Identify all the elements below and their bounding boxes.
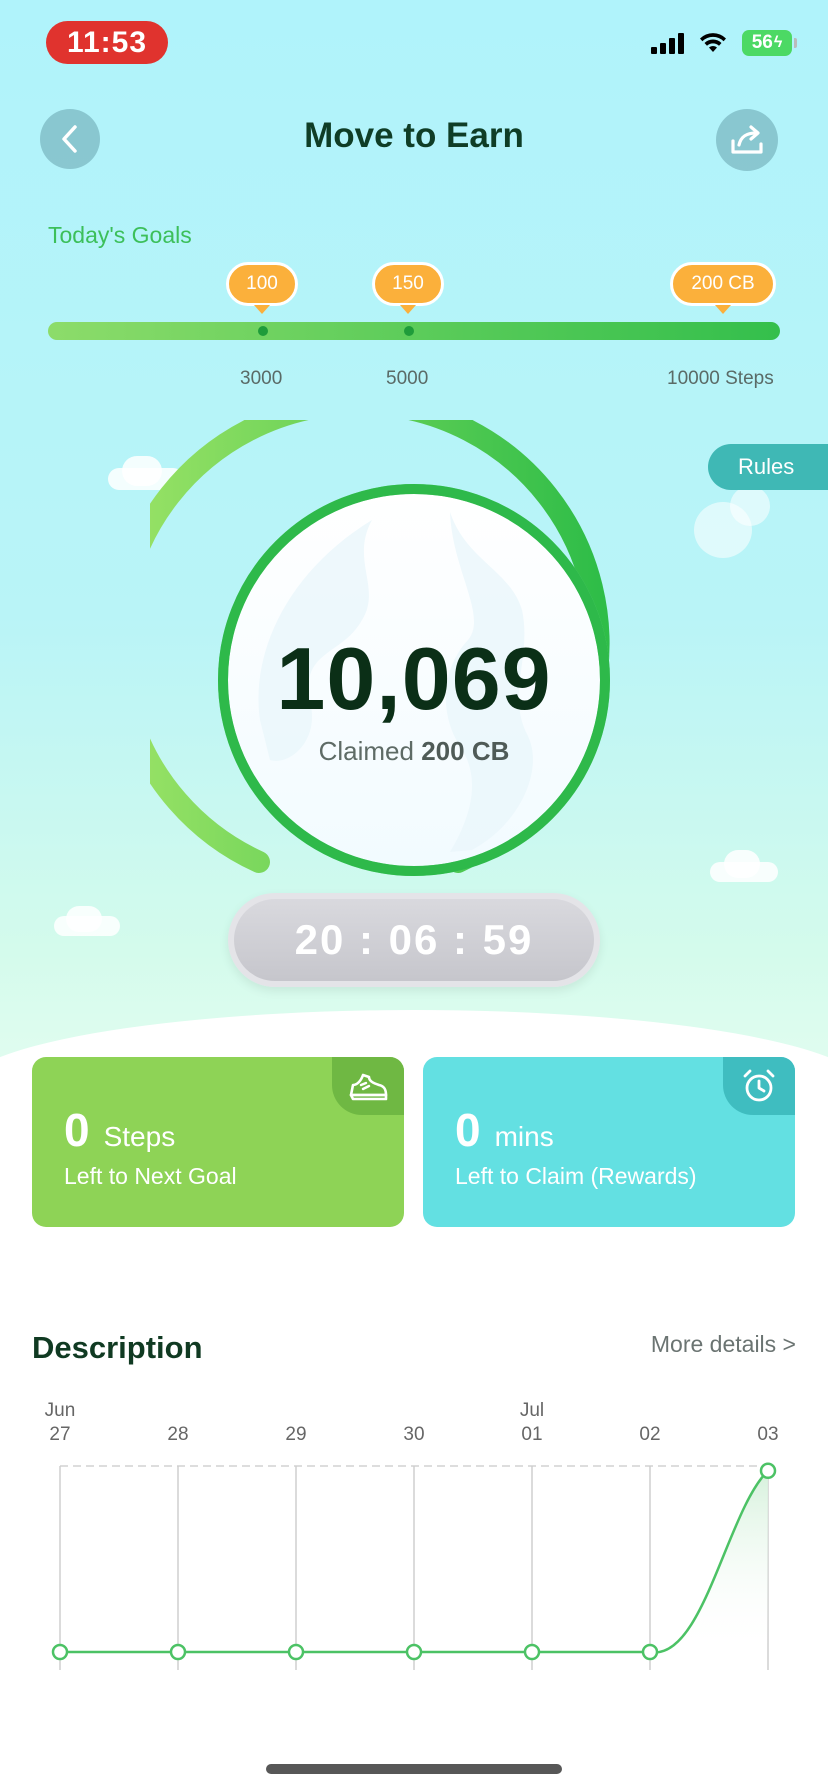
- mins-left-value: 0: [455, 1104, 481, 1156]
- chart-tick-label: 01: [521, 1424, 542, 1445]
- cloud-decoration: [730, 486, 770, 526]
- chart-month-label: Jul: [520, 1400, 544, 1421]
- description-title: Description: [32, 1330, 203, 1365]
- mins-left-subtitle: Left to Claim (Rewards): [455, 1163, 697, 1189]
- share-icon: [731, 125, 763, 154]
- cloud-decoration: [66, 906, 102, 932]
- share-button[interactable]: [716, 109, 778, 171]
- more-details-link[interactable]: More details >: [651, 1331, 796, 1358]
- wifi-icon: [700, 33, 726, 52]
- goal-reward-bubble: 200 CB: [670, 262, 776, 314]
- goal-marker: [258, 326, 268, 336]
- goal-reward-bubble: 150: [372, 262, 444, 314]
- chart-tick-label: 27: [49, 1424, 70, 1445]
- goal-step-label: 5000: [386, 368, 429, 389]
- todays-goals-label: Today's Goals: [48, 222, 192, 248]
- goal-progress-bar: [48, 322, 780, 340]
- status-icons: 56 ϟ: [651, 30, 797, 56]
- goal-step-label: 3000: [240, 368, 283, 389]
- home-indicator[interactable]: [266, 1764, 562, 1774]
- status-time: 11:53: [46, 21, 168, 64]
- claimed-label: Claimed: [318, 736, 414, 766]
- battery-level: 56: [751, 32, 773, 53]
- alarm-clock-icon: [743, 1069, 775, 1102]
- chart-data-point: [641, 1643, 659, 1661]
- sneaker-icon: [349, 1073, 388, 1101]
- mins-left-unit: mins: [494, 1121, 554, 1152]
- goal-reward-bubble: 100: [226, 262, 298, 314]
- chart-month-label: Jun: [45, 1400, 76, 1421]
- chart-data-point: [759, 1462, 777, 1480]
- cellular-signal-icon: [651, 32, 684, 54]
- steps-left-value: 0: [64, 1104, 90, 1156]
- steps-left-subtitle: Left to Next Goal: [64, 1163, 237, 1189]
- chart-tick-label: 03: [757, 1424, 778, 1445]
- chart-data-point: [169, 1643, 187, 1661]
- chart-tick-label: 29: [285, 1424, 306, 1445]
- card-icon-badge: [723, 1057, 795, 1115]
- step-count: 10,069: [276, 629, 552, 728]
- chart-tick-label: 30: [403, 1424, 424, 1445]
- battery-indicator: 56 ϟ: [742, 30, 797, 56]
- chart-data-point: [287, 1643, 305, 1661]
- claimed-text: Claimed 200 CB: [0, 736, 828, 767]
- card-value-row: 0 mins: [455, 1103, 554, 1157]
- chart-tick-label: 02: [639, 1424, 660, 1445]
- steps-left-card[interactable]: 0 Steps Left to Next Goal: [32, 1057, 404, 1227]
- chart-data-point: [51, 1643, 69, 1661]
- countdown-timer: 20 : 06 : 59: [228, 893, 600, 987]
- goal-marker: [404, 326, 414, 336]
- goal-step-label: 10000 Steps: [667, 368, 774, 389]
- chart-data-point: [523, 1643, 541, 1661]
- rules-button[interactable]: Rules: [708, 444, 828, 490]
- mins-left-card[interactable]: 0 mins Left to Claim (Rewards): [423, 1057, 795, 1227]
- steps-chart: Jun 27 28 29 30 Jul 01 02 03: [45, 1400, 779, 1670]
- card-value-row: 0 Steps: [64, 1103, 175, 1157]
- chart-data-point: [405, 1643, 423, 1661]
- charging-bolt-icon: ϟ: [773, 34, 783, 51]
- cloud-decoration: [724, 850, 760, 878]
- page-title: Move to Earn: [304, 116, 524, 155]
- card-icon-badge: [332, 1057, 404, 1115]
- claimed-amount: 200 CB: [421, 736, 510, 766]
- steps-left-unit: Steps: [103, 1121, 176, 1152]
- chart-tick-label: 28: [167, 1424, 188, 1445]
